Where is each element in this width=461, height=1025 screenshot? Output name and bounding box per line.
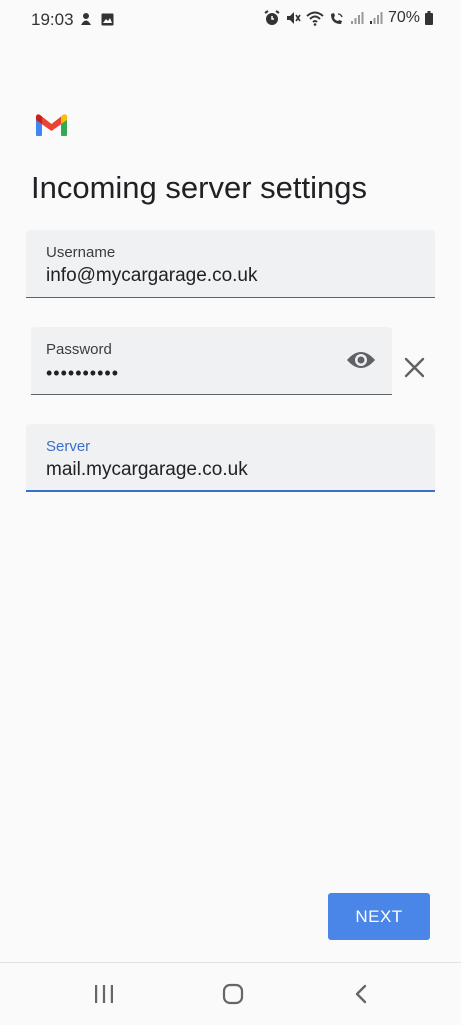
image-icon (101, 13, 114, 26)
battery-percent: 70% (387, 9, 420, 26)
status-left-icons (80, 10, 114, 28)
navigation-bar (0, 962, 461, 1025)
next-button[interactable]: NEXT (328, 893, 430, 940)
alarm-icon (264, 10, 280, 26)
password-input[interactable]: •••••••••• (46, 363, 119, 384)
username-field[interactable]: Username info@mycargarage.co.uk (26, 230, 435, 298)
signal-icon (350, 11, 364, 25)
close-icon[interactable] (404, 357, 425, 378)
username-label: Username (46, 244, 116, 261)
server-label: Server (46, 438, 91, 455)
mute-icon (285, 10, 301, 26)
status-time: 19:03 (31, 10, 74, 29)
server-field[interactable]: Server mail.mycargarage.co.uk (26, 424, 435, 492)
eye-icon[interactable] (346, 349, 376, 371)
gmail-logo (36, 113, 67, 136)
page-title: Incoming server settings (31, 170, 367, 205)
wifi-icon (306, 11, 324, 26)
password-field[interactable]: Password •••••••••• (31, 327, 392, 395)
status-right-icons: 70% (264, 9, 433, 27)
password-label: Password (46, 341, 112, 358)
username-input[interactable]: info@mycargarage.co.uk (46, 265, 258, 287)
back-icon[interactable] (354, 984, 368, 1004)
wifi-call-icon (329, 11, 345, 26)
recents-icon[interactable] (94, 984, 114, 1004)
server-input[interactable]: mail.mycargarage.co.uk (46, 459, 248, 481)
notification-icon (80, 12, 92, 26)
status-bar: 19:03 70% (0, 0, 461, 40)
battery-icon (425, 11, 433, 25)
signal-icon (369, 11, 383, 25)
home-icon[interactable] (222, 983, 244, 1005)
